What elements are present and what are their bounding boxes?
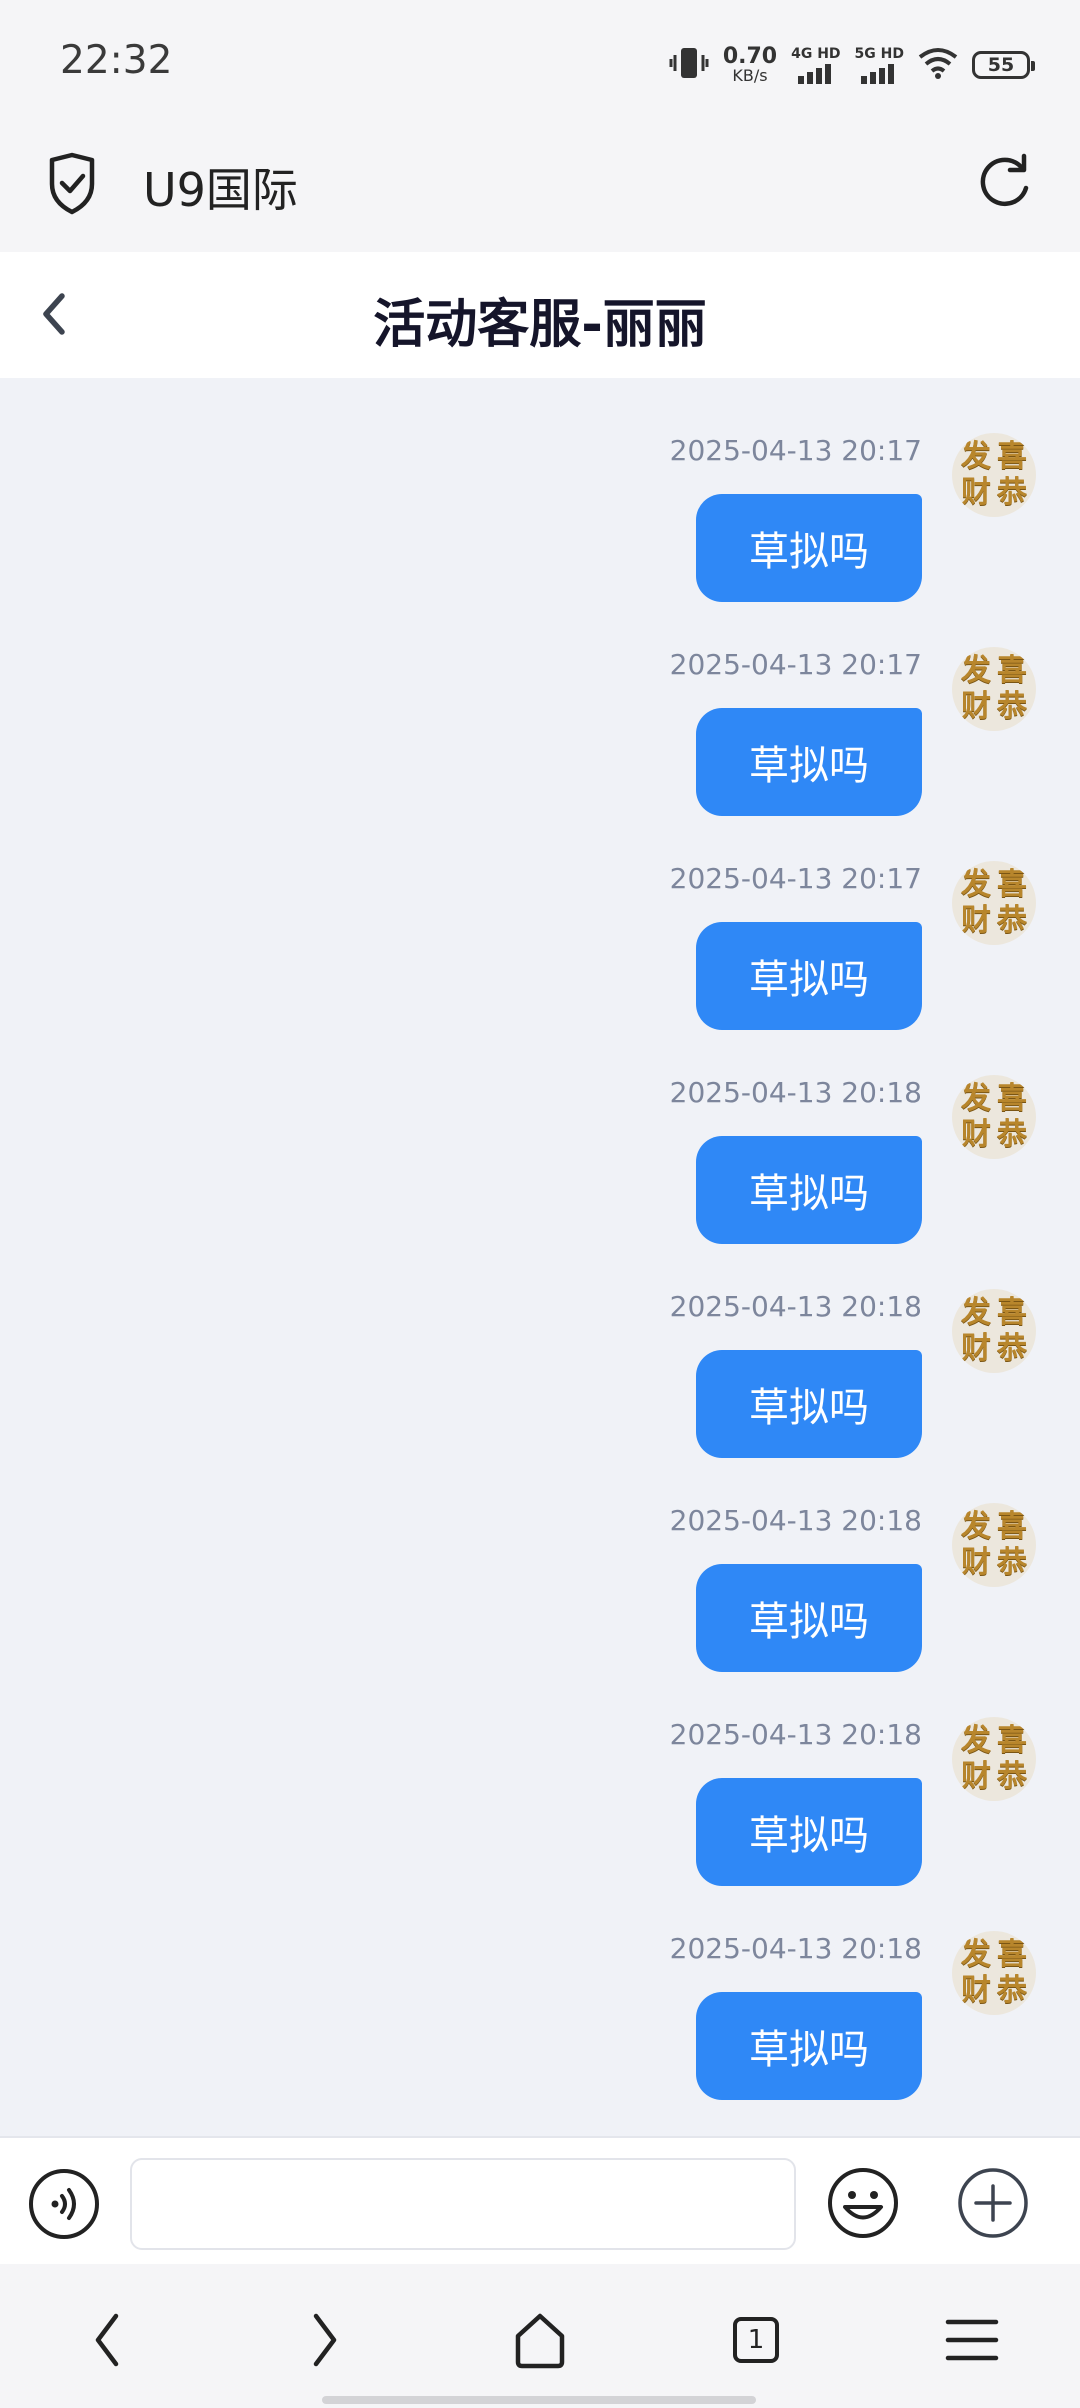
home-indicator[interactable] — [322, 2396, 756, 2404]
nav-menu-button[interactable] — [936, 2304, 1008, 2376]
home-icon — [515, 2313, 565, 2369]
message-timestamp: 2025-04-13 20:18 — [669, 1932, 922, 1965]
chat-header: 活动客服-丽丽 — [0, 252, 1080, 378]
avatar-image: 发喜财恭 — [961, 1295, 1027, 1366]
message-item: 2025-04-13 20:17 草拟吗 发喜财恭 — [0, 592, 1080, 816]
message-timestamp: 2025-04-13 20:17 — [669, 648, 922, 681]
avatar[interactable]: 发喜财恭 — [952, 1503, 1036, 1587]
status-time: 22:32 — [60, 38, 173, 83]
message-timestamp: 2025-04-13 20:18 — [669, 1290, 922, 1323]
message-item: 2025-04-13 20:18 草拟吗 发喜财恭 — [0, 1020, 1080, 1244]
emoji-icon — [828, 2168, 898, 2238]
sim2-label: 5G HD — [854, 45, 904, 62]
message-item: 2025-04-13 20:18 草拟吗 发喜财恭 — [0, 1448, 1080, 1672]
net-speed-value: 0.70 — [722, 44, 778, 69]
message-timestamp: 2025-04-13 20:18 — [669, 1504, 922, 1537]
avatar-image: 发喜财恭 — [961, 1509, 1027, 1580]
sim2-signal: 5G HD — [855, 47, 904, 84]
message-item: 2025-04-13 20:18 草拟吗 发喜财恭 — [0, 1876, 1080, 2100]
plus-icon — [958, 2168, 1028, 2238]
nav-back-button[interactable] — [72, 2304, 144, 2376]
message-bubble[interactable]: 草拟吗 — [696, 1136, 922, 1244]
avatar-image: 发喜财恭 — [961, 867, 1027, 938]
chevron-right-icon — [313, 2313, 337, 2367]
status-icons: 0.70 KB/s 4G HD 5G HD 55 — [669, 40, 1035, 90]
reload-icon[interactable] — [974, 150, 1034, 218]
message-item: 2025-04-13 20:18 草拟吗 发喜财恭 — [0, 1234, 1080, 1458]
battery-icon: 55 — [972, 51, 1035, 79]
avatar[interactable]: 发喜财恭 — [952, 433, 1036, 517]
nav-tabs-button[interactable]: 1 — [720, 2304, 792, 2376]
signal-icon — [861, 63, 895, 84]
message-bubble[interactable]: 草拟吗 — [696, 494, 922, 602]
emoji-button[interactable] — [826, 2166, 900, 2244]
message-input-bar — [0, 2136, 1080, 2266]
avatar-image: 发喜财恭 — [961, 439, 1027, 510]
signal-icon — [797, 63, 831, 84]
sim1-label: 4G HD — [791, 45, 841, 62]
site-title: U9国际 — [143, 163, 298, 217]
message-input[interactable] — [130, 2158, 796, 2250]
net-speed: 0.70 KB/s — [723, 46, 777, 84]
message-timestamp: 2025-04-13 20:18 — [669, 1718, 922, 1751]
message-bubble[interactable]: 草拟吗 — [696, 1564, 922, 1672]
wifi-icon — [918, 47, 958, 83]
vibrate-icon — [669, 45, 709, 85]
avatar[interactable]: 发喜财恭 — [952, 647, 1036, 731]
browser-bottom-nav: 1 — [0, 2264, 1080, 2408]
avatar[interactable]: 发喜财恭 — [952, 1075, 1036, 1159]
nav-forward-button[interactable] — [288, 2304, 360, 2376]
message-item: 2025-04-13 20:18 草拟吗 发喜财恭 — [0, 1662, 1080, 1886]
avatar[interactable]: 发喜财恭 — [952, 861, 1036, 945]
more-button[interactable] — [956, 2166, 1030, 2244]
chevron-left-icon — [95, 2313, 119, 2367]
sim1-signal: 4G HD — [791, 45, 841, 84]
message-timestamp: 2025-04-13 20:17 — [669, 434, 922, 467]
tab-count: 1 — [733, 2317, 779, 2363]
avatar[interactable]: 发喜财恭 — [952, 1289, 1036, 1373]
avatar-image: 发喜财恭 — [961, 1081, 1027, 1152]
avatar-image: 发喜财恭 — [961, 653, 1027, 724]
message-bubble[interactable]: 草拟吗 — [696, 1992, 922, 2100]
voice-icon — [29, 2169, 99, 2239]
avatar-image: 发喜财恭 — [961, 1723, 1027, 1794]
message-timestamp: 2025-04-13 20:17 — [669, 862, 922, 895]
menu-icon — [945, 2319, 999, 2361]
message-item: 2025-04-13 20:17 草拟吗 发喜财恭 — [0, 378, 1080, 602]
status-bar: 22:32 0.70 KB/s 4G HD 5G HD 55 — [0, 0, 1080, 126]
message-bubble[interactable]: 草拟吗 — [696, 708, 922, 816]
browser-toolbar: U9国际 — [0, 126, 1080, 252]
message-item: 2025-04-13 20:17 草拟吗 发喜财恭 — [0, 806, 1080, 1030]
avatar[interactable]: 发喜财恭 — [952, 1717, 1036, 1801]
nav-home-button[interactable] — [504, 2304, 576, 2376]
chat-title: 活动客服-丽丽 — [373, 295, 707, 355]
shield-check-icon[interactable] — [44, 152, 100, 220]
voice-button[interactable] — [28, 2168, 100, 2244]
message-bubble[interactable]: 草拟吗 — [696, 922, 922, 1030]
avatar[interactable]: 发喜财恭 — [952, 1931, 1036, 2015]
avatar-image: 发喜财恭 — [961, 1937, 1027, 2008]
message-bubble[interactable]: 草拟吗 — [696, 1778, 922, 1886]
message-timestamp: 2025-04-13 20:18 — [669, 1076, 922, 1109]
message-bubble[interactable]: 草拟吗 — [696, 1350, 922, 1458]
net-speed-unit: KB/s — [732, 66, 768, 85]
message-list[interactable]: 2025-04-13 20:17 草拟吗 发喜财恭 2025-04-13 20:… — [0, 378, 1080, 2136]
